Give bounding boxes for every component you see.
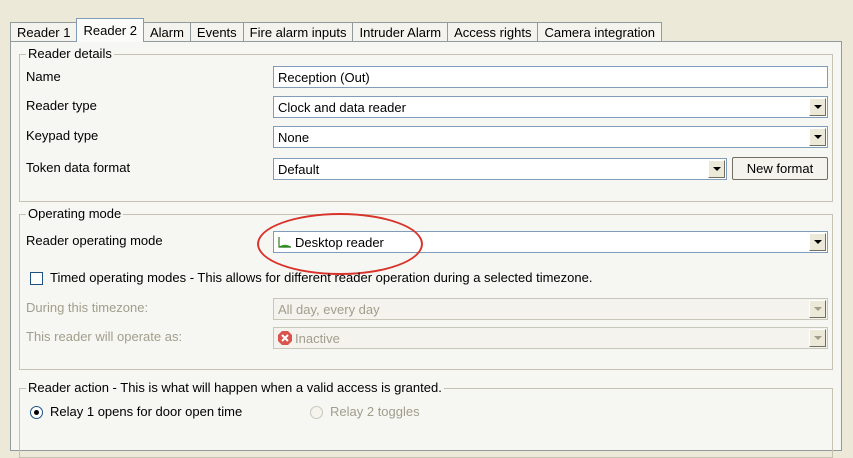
keypad-type-label: Keypad type bbox=[26, 128, 99, 143]
relay-2-label: Relay 2 toggles bbox=[330, 404, 420, 419]
operating-mode-legend: Operating mode bbox=[26, 206, 124, 221]
token-format-select[interactable]: Default bbox=[273, 158, 727, 180]
token-format-label: Token data format bbox=[26, 160, 131, 175]
reader-type-dropdown-button[interactable] bbox=[809, 98, 826, 116]
relay-1-radio[interactable] bbox=[30, 406, 43, 419]
keypad-type-dropdown-button[interactable] bbox=[809, 128, 826, 146]
highlight-circle bbox=[257, 213, 423, 275]
tab-alarm[interactable]: Alarm bbox=[142, 22, 191, 42]
relay-2-radio[interactable] bbox=[310, 406, 323, 419]
timed-modes-label: Timed operating modes - This allows for … bbox=[50, 270, 593, 285]
tab-camera-integration[interactable]: Camera integration bbox=[537, 22, 663, 42]
timezone-value: All day, every day bbox=[278, 301, 380, 317]
keypad-type-value: None bbox=[278, 129, 310, 145]
chevron-down-icon bbox=[813, 240, 822, 244]
chevron-down-icon bbox=[813, 336, 822, 340]
name-value: Reception (Out) bbox=[278, 69, 370, 85]
name-field[interactable]: Reception (Out) bbox=[273, 66, 828, 88]
name-label: Name bbox=[26, 69, 61, 84]
chevron-down-icon bbox=[813, 307, 822, 311]
keypad-type-select[interactable]: None bbox=[273, 126, 828, 148]
reader-details-group: Reader details Name Reception (Out) Read… bbox=[19, 46, 833, 202]
new-format-button[interactable]: New format bbox=[732, 157, 828, 180]
operating-mode-group: Operating mode Reader operating mode Des… bbox=[19, 206, 833, 370]
tab-panel: Reader details Name Reception (Out) Read… bbox=[10, 41, 842, 458]
tab-fire-alarm-inputs[interactable]: Fire alarm inputs bbox=[242, 22, 354, 42]
tab-strip: Reader 1 Reader 2 Alarm Events Fire alar… bbox=[10, 18, 663, 42]
operate-as-select[interactable]: Inactive bbox=[273, 327, 828, 349]
timezone-select[interactable]: All day, every day bbox=[273, 298, 828, 320]
reader-action-group: Reader action - This is what will happen… bbox=[19, 380, 833, 458]
timezone-dropdown-button[interactable] bbox=[809, 300, 826, 318]
operate-as-value: Inactive bbox=[295, 330, 340, 346]
relay-1-label: Relay 1 opens for door open time bbox=[50, 404, 243, 419]
reader-details-legend: Reader details bbox=[26, 46, 114, 61]
tab-reader-1[interactable]: Reader 1 bbox=[10, 22, 78, 42]
timezone-label: During this timezone: bbox=[26, 300, 149, 315]
tab-events[interactable]: Events bbox=[189, 22, 244, 42]
chevron-down-icon bbox=[712, 167, 721, 171]
token-format-dropdown-button[interactable] bbox=[708, 160, 725, 178]
tab-intruder-alarm[interactable]: Intruder Alarm bbox=[352, 22, 449, 42]
chevron-down-icon bbox=[813, 135, 822, 139]
token-format-value: Default bbox=[278, 161, 320, 177]
tab-reader-2[interactable]: Reader 2 bbox=[76, 18, 144, 42]
tab-access-rights[interactable]: Access rights bbox=[447, 22, 539, 42]
operate-as-dropdown-button[interactable] bbox=[809, 329, 826, 347]
reader-operating-mode-label: Reader operating mode bbox=[26, 233, 163, 248]
inactive-icon bbox=[278, 331, 292, 345]
chevron-down-icon bbox=[813, 105, 822, 109]
timed-modes-checkbox[interactable] bbox=[30, 272, 43, 285]
reader-action-legend: Reader action - This is what will happen… bbox=[26, 380, 444, 395]
reader-type-select[interactable]: Clock and data reader bbox=[273, 96, 828, 118]
reader-type-value: Clock and data reader bbox=[278, 99, 406, 115]
reader-type-label: Reader type bbox=[26, 98, 97, 113]
operate-as-label: This reader will operate as: bbox=[26, 329, 183, 344]
operating-mode-dropdown-button[interactable] bbox=[809, 233, 826, 251]
